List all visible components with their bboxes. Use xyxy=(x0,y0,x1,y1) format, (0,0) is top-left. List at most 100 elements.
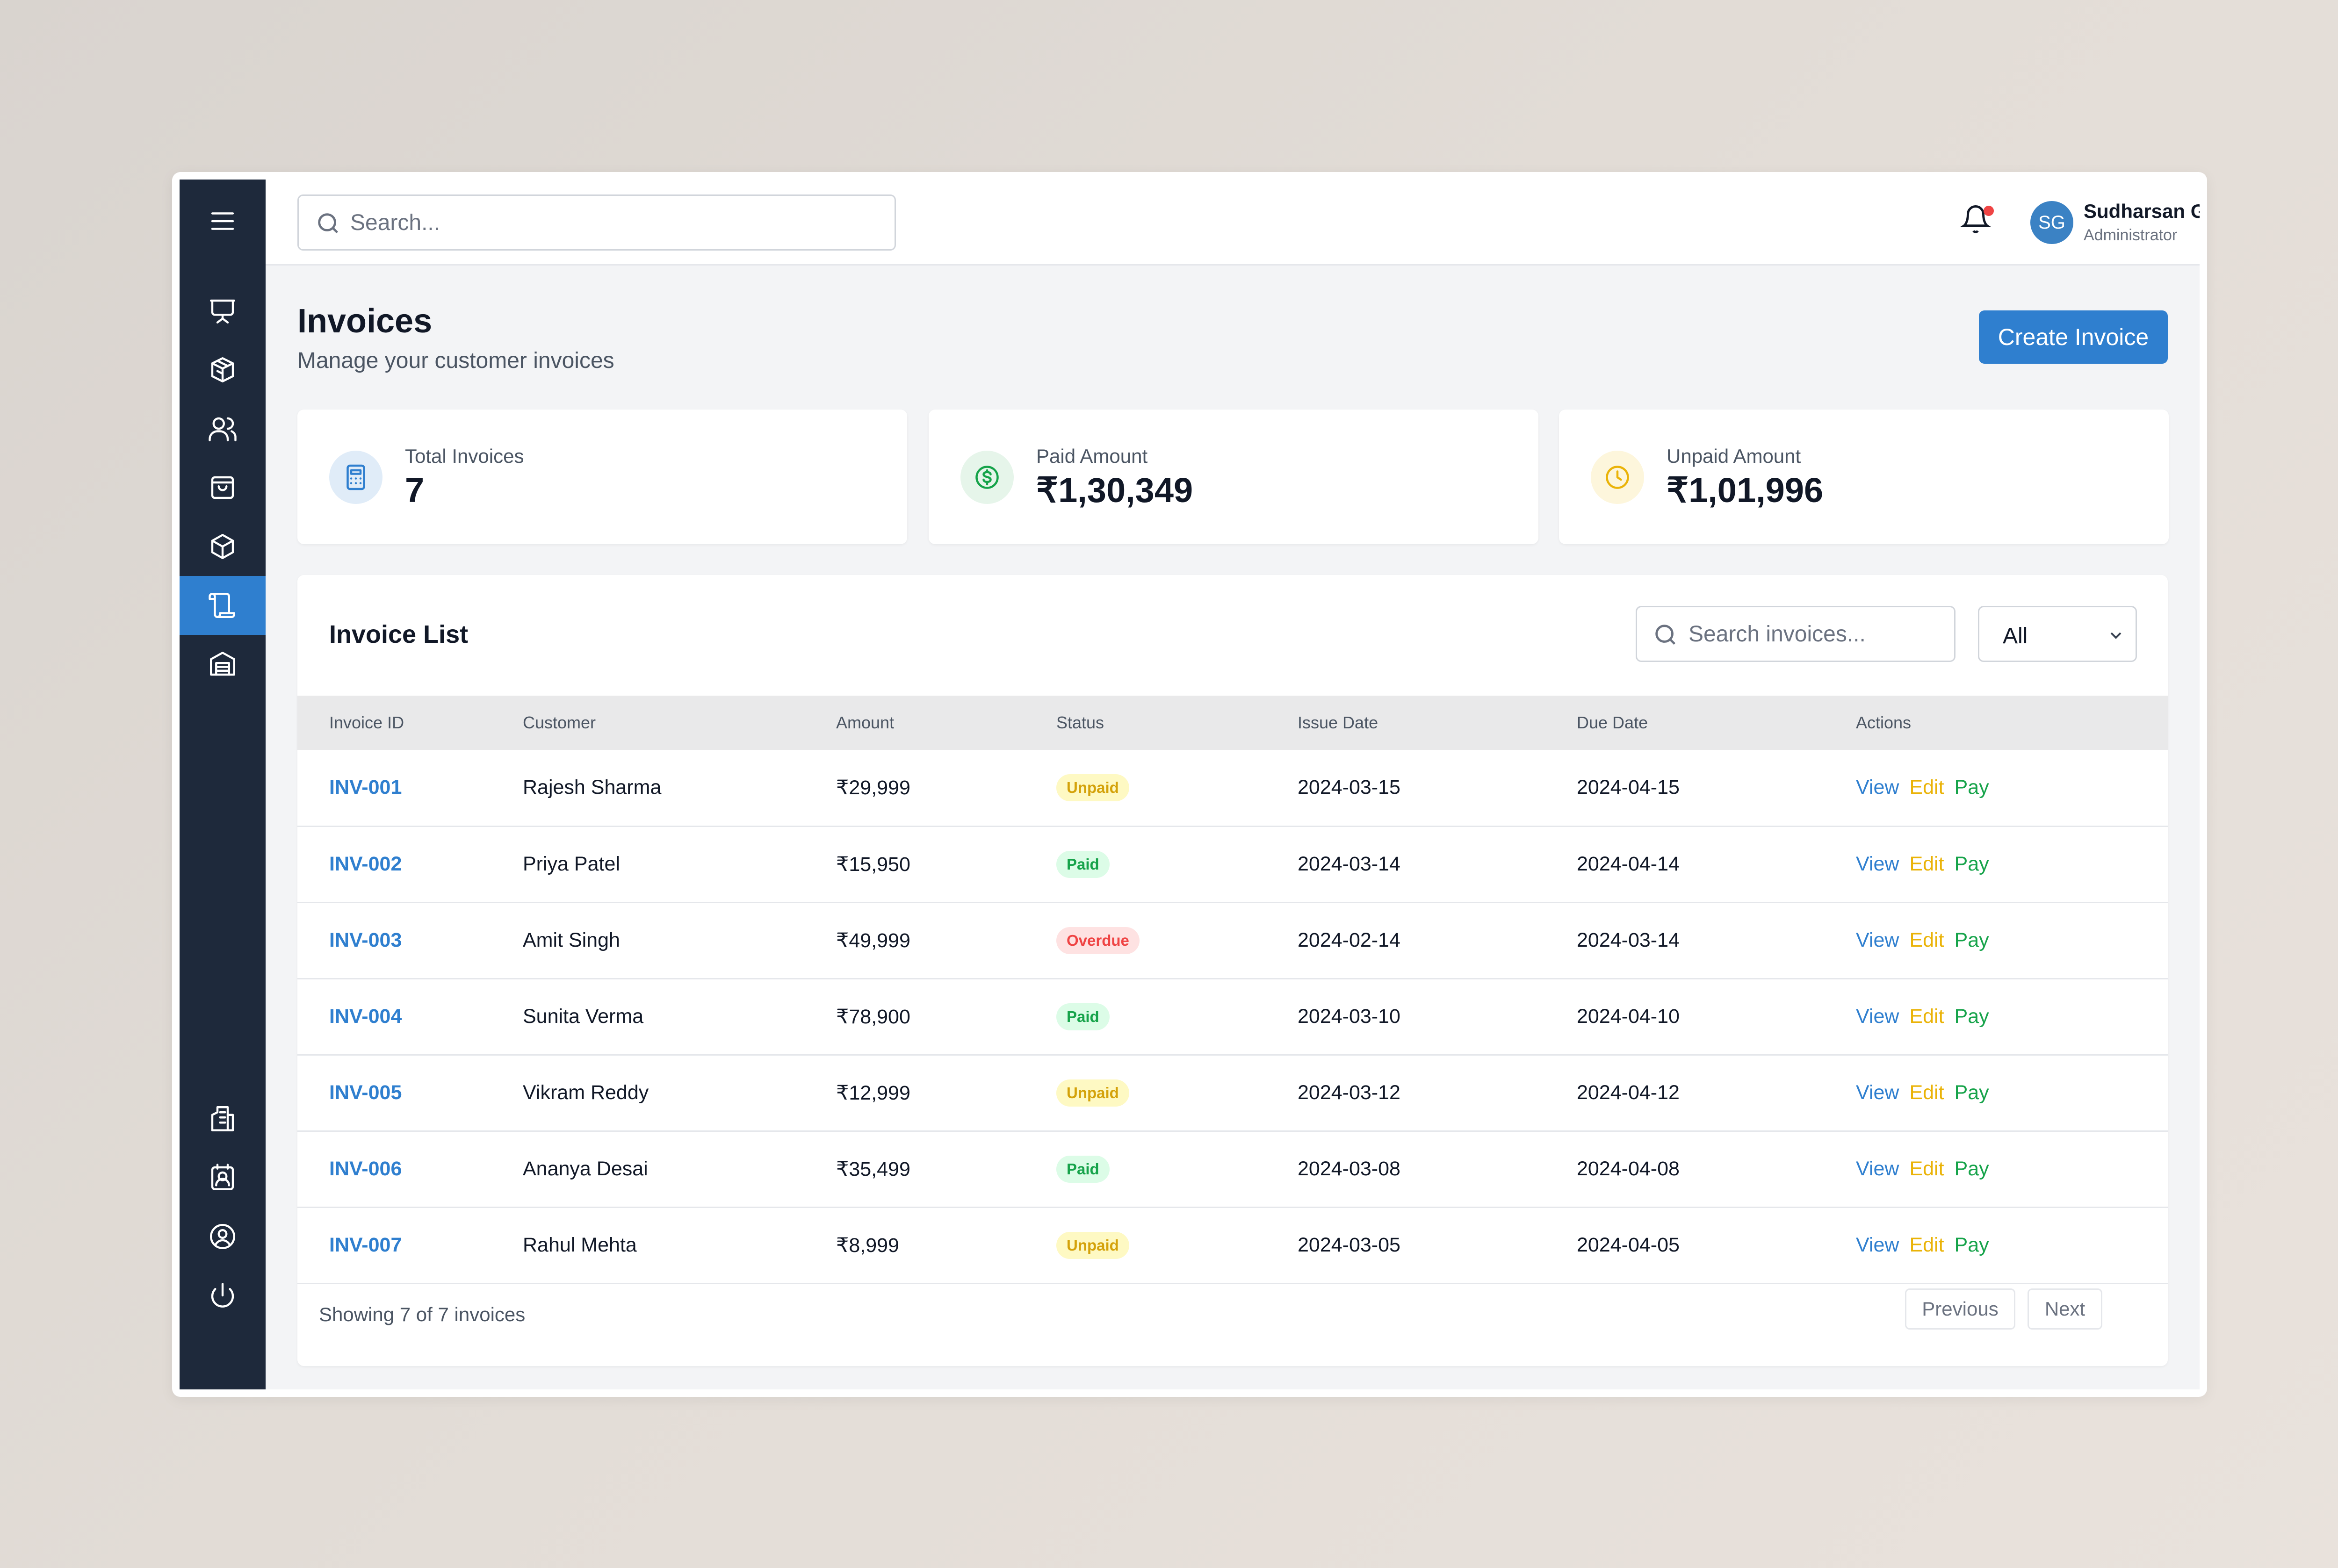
invoice-table: Invoice ID Customer Amount Status Issue … xyxy=(297,696,2168,1284)
edit-action[interactable]: Edit xyxy=(1909,1081,1944,1104)
calculator-icon xyxy=(346,464,365,490)
edit-action[interactable]: Edit xyxy=(1909,853,1944,875)
status-filter-select[interactable]: All xyxy=(1978,606,2137,662)
page-subtitle: Manage your customer invoices xyxy=(297,348,614,373)
edit-action[interactable]: Edit xyxy=(1909,1158,1944,1180)
next-page-button[interactable]: Next xyxy=(2028,1288,2102,1330)
invoice-id-link[interactable]: INV-002 xyxy=(297,826,523,902)
customer-cell: Vikram Reddy xyxy=(523,1081,649,1104)
sidebar-item-logout[interactable] xyxy=(180,1266,266,1325)
due-date-cell: 2024-04-05 xyxy=(1577,1234,1680,1256)
receipt-icon xyxy=(211,1106,234,1131)
status-badge: Paid xyxy=(1056,850,1110,878)
invoice-id-link[interactable]: INV-007 xyxy=(297,1207,523,1283)
table-row: INV-003 Amit Singh ₹49,999 Overdue 2024-02-1… xyxy=(297,902,2168,978)
table-row: INV-005 Vikram Reddy ₹12,999 Unpaid 2024-03-… xyxy=(297,1055,2168,1131)
invoice-id-link[interactable]: INV-003 xyxy=(297,902,523,978)
column-header-actions: Actions xyxy=(1856,713,1912,732)
sidebar-item-contacts[interactable] xyxy=(180,1148,266,1207)
menu-icon xyxy=(211,212,234,230)
column-header-customer[interactable]: Customer xyxy=(523,696,836,750)
column-header-issue-date[interactable]: Issue Date xyxy=(1298,696,1577,750)
page-title: Invoices xyxy=(297,302,433,340)
due-date-cell: 2024-04-15 xyxy=(1577,776,1680,799)
table-row: INV-001 Rajesh Sharma ₹29,999 Unpaid 2024-03… xyxy=(297,750,2168,826)
invoice-id-link[interactable]: INV-005 xyxy=(297,1055,523,1131)
sidebar-item-inventory[interactable] xyxy=(180,517,266,576)
sidebar-item-profile[interactable] xyxy=(180,1207,266,1266)
app-shell: SG Sudharsan GS Administrator Invoices M… xyxy=(180,180,2200,1389)
sidebar-item-customers[interactable] xyxy=(180,399,266,458)
column-header-due-date[interactable]: Due Date xyxy=(1577,696,1856,750)
stat-value: ₹1,30,349 xyxy=(1036,471,1193,510)
pagination-summary: Showing 7 of 7 invoices xyxy=(319,1303,526,1325)
view-action[interactable]: View xyxy=(1856,776,1899,798)
issue-date-cell: 2024-03-08 xyxy=(1298,1158,1400,1180)
previous-page-button[interactable]: Previous xyxy=(1905,1288,2015,1330)
view-action[interactable]: View xyxy=(1856,1158,1899,1180)
chevron-down-icon xyxy=(2110,632,2122,639)
pay-action[interactable]: Pay xyxy=(1955,1081,1989,1104)
global-search-input[interactable] xyxy=(350,202,883,243)
invoice-id-link[interactable]: INV-001 xyxy=(297,750,523,826)
avatar[interactable]: SG xyxy=(2030,201,2073,244)
sidebar-item-dashboard[interactable] xyxy=(180,281,266,340)
users-icon xyxy=(209,417,237,441)
status-cell: Paid xyxy=(1056,978,1298,1055)
due-date-cell: 2024-04-10 xyxy=(1577,1005,1680,1028)
view-action[interactable]: View xyxy=(1856,1005,1899,1028)
global-search xyxy=(297,194,896,251)
edit-action[interactable]: Edit xyxy=(1909,929,1944,951)
actions-cell: View Edit Pay xyxy=(1856,1131,2168,1207)
due-date-cell: 2024-04-14 xyxy=(1577,853,1680,875)
pay-action[interactable]: Pay xyxy=(1955,1158,1989,1180)
notifications-button[interactable] xyxy=(1960,204,1998,241)
search-icon xyxy=(318,213,339,234)
scroll-icon xyxy=(209,593,235,618)
due-date-cell: 2024-04-12 xyxy=(1577,1081,1680,1104)
sidebar-item-invoices[interactable] xyxy=(180,576,266,635)
edit-action[interactable]: Edit xyxy=(1909,776,1944,798)
status-cell: Paid xyxy=(1056,1131,1298,1207)
sidebar-item-products[interactable] xyxy=(180,340,266,399)
issue-date-cell: 2024-03-10 xyxy=(1298,1005,1400,1028)
power-icon xyxy=(211,1283,234,1308)
view-action[interactable]: View xyxy=(1856,929,1899,951)
notification-dot xyxy=(1984,206,1994,216)
customer-cell: Amit Singh xyxy=(523,929,620,951)
pay-action[interactable]: Pay xyxy=(1955,776,1989,798)
edit-action[interactable]: Edit xyxy=(1909,1234,1944,1256)
view-action[interactable]: View xyxy=(1856,1081,1899,1104)
sidebar-item-reports[interactable] xyxy=(180,1089,266,1148)
column-header-amount[interactable]: Amount xyxy=(836,696,1056,750)
column-header-status[interactable]: Status xyxy=(1056,696,1298,750)
pay-action[interactable]: Pay xyxy=(1955,853,1989,875)
app-window: SG Sudharsan GS Administrator Invoices M… xyxy=(172,172,2207,1397)
stat-card-total-invoices: Total Invoices 7 xyxy=(297,410,907,544)
sidebar-item-orders[interactable] xyxy=(180,458,266,517)
status-cell: Unpaid xyxy=(1056,750,1298,826)
pay-action[interactable]: Pay xyxy=(1955,929,1989,951)
status-badge: Paid xyxy=(1056,1155,1110,1183)
invoice-id-link[interactable]: INV-004 xyxy=(297,978,523,1055)
pay-action[interactable]: Pay xyxy=(1955,1234,1989,1256)
issue-date-cell: 2024-03-14 xyxy=(1298,853,1400,875)
sidebar-item-warehouse[interactable] xyxy=(180,635,266,694)
sidebar-menu-toggle[interactable] xyxy=(180,192,266,251)
actions-cell: View Edit Pay xyxy=(1856,1055,2168,1131)
actions-cell: View Edit Pay xyxy=(1856,902,2168,978)
status-cell: Unpaid xyxy=(1056,1207,1298,1283)
dollar-circle-icon xyxy=(975,466,999,489)
customer-cell: Rahul Mehta xyxy=(523,1234,637,1256)
stat-icon-wrap xyxy=(1591,451,1644,504)
actions-cell: View Edit Pay xyxy=(1856,978,2168,1055)
edit-action[interactable]: Edit xyxy=(1909,1005,1944,1028)
invoice-id-link[interactable]: INV-006 xyxy=(297,1131,523,1207)
stat-label: Total Invoices xyxy=(405,445,524,467)
column-header-invoice-id[interactable]: Invoice ID xyxy=(297,696,523,750)
invoice-search-input[interactable] xyxy=(1689,614,1950,654)
pay-action[interactable]: Pay xyxy=(1955,1005,1989,1028)
view-action[interactable]: View xyxy=(1856,853,1899,875)
create-invoice-button[interactable]: Create Invoice xyxy=(1979,310,2168,364)
view-action[interactable]: View xyxy=(1856,1234,1899,1256)
